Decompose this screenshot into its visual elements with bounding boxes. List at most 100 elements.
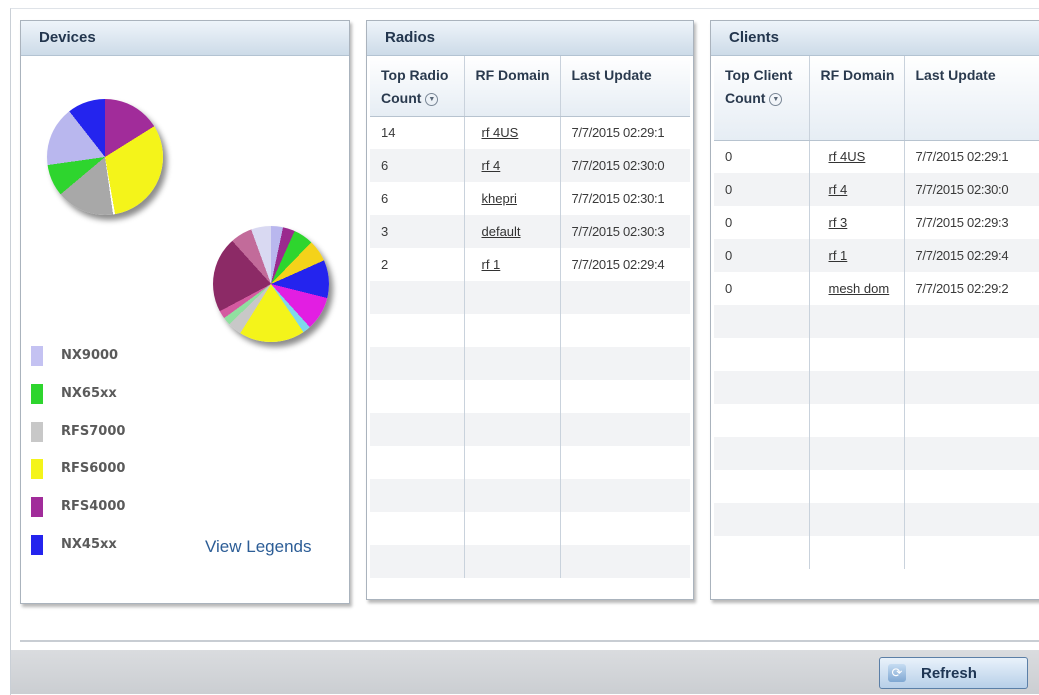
sort-down-icon[interactable]: ▼ — [769, 92, 783, 106]
column-header-label: Top Client Count — [725, 67, 793, 106]
column-header-rf-domain[interactable]: RF Domain — [464, 56, 561, 117]
legend-swatch — [31, 384, 43, 404]
rf-domain-link[interactable]: mesh dom — [829, 281, 890, 296]
radio-count-cell: 14 — [370, 116, 465, 149]
last-update-cell: 7/7/2015 02:29:2 — [904, 272, 1039, 305]
clients-panel: Clients Top Client Count ▼ RF Domain Las… — [710, 20, 1039, 600]
last-update-cell: 7/7/2015 02:29:3 — [904, 206, 1039, 239]
empty-row — [370, 446, 690, 479]
legend-swatch — [31, 346, 43, 366]
empty-row — [714, 305, 1039, 338]
column-header-last-update[interactable]: Last Update — [904, 56, 1039, 141]
clients-table: Top Client Count ▼ RF Domain Last Update… — [714, 56, 1039, 569]
legend-item-rfs6000: RFS6000 — [31, 459, 191, 479]
column-header-label: Top Radio Count — [381, 67, 449, 106]
rf-domain-link[interactable]: rf 3 — [829, 215, 848, 230]
rf-domain-link[interactable]: rf 4 — [829, 182, 848, 197]
rf-domain-link[interactable]: default — [482, 224, 521, 239]
empty-row — [370, 347, 690, 380]
clients-grid: Top Client Count ▼ RF Domain Last Update… — [714, 56, 1039, 596]
device-pie-chart-small[interactable] — [47, 99, 163, 215]
refresh-button-label: Refresh — [921, 665, 977, 682]
rf-domain-link[interactable]: rf 1 — [829, 248, 848, 263]
radio-count-cell: 6 — [370, 182, 465, 215]
empty-row — [714, 536, 1039, 569]
table-row[interactable]: 0 mesh dom 7/7/2015 02:29:2 — [714, 272, 1039, 305]
empty-row — [714, 437, 1039, 470]
last-update-cell: 7/7/2015 02:30:3 — [560, 215, 690, 248]
client-count-cell: 0 — [714, 206, 810, 239]
radios-table: Top Radio Count ▼ RF Domain Last Update … — [370, 56, 690, 578]
devices-panel-title: Devices — [21, 21, 349, 56]
legend-item-nx45xx: NX45xx — [31, 535, 191, 555]
legend-swatch — [31, 422, 43, 442]
legend-swatch — [31, 459, 43, 479]
table-row[interactable]: 3 default 7/7/2015 02:30:3 — [370, 215, 690, 248]
last-update-cell: 7/7/2015 02:29:1 — [904, 140, 1039, 173]
last-update-cell: 7/7/2015 02:29:4 — [560, 248, 690, 281]
legend-label: NX65xx — [61, 386, 117, 401]
table-row[interactable]: 0 rf 4US 7/7/2015 02:29:1 — [714, 140, 1039, 173]
radios-grid: Top Radio Count ▼ RF Domain Last Update … — [370, 56, 690, 596]
last-update-cell: 7/7/2015 02:29:4 — [904, 239, 1039, 272]
legend-label: RFS7000 — [61, 424, 126, 439]
radio-count-cell: 3 — [370, 215, 465, 248]
radio-count-cell: 2 — [370, 248, 465, 281]
client-count-cell: 0 — [714, 239, 810, 272]
client-count-cell: 0 — [714, 173, 810, 206]
empty-row — [714, 503, 1039, 536]
legend-item-nx65xx: NX65xx — [31, 384, 191, 404]
empty-row — [370, 545, 690, 578]
legend-label: NX9000 — [61, 348, 119, 363]
table-row[interactable]: 2 rf 1 7/7/2015 02:29:4 — [370, 248, 690, 281]
legend-label: RFS4000 — [61, 499, 126, 514]
legend-label: NX45xx — [61, 537, 117, 552]
rf-domain-link[interactable]: rf 4 — [482, 158, 501, 173]
empty-row — [370, 314, 690, 347]
refresh-button[interactable]: ⟳ Refresh — [879, 657, 1028, 689]
column-header-top-radio-count[interactable]: Top Radio Count ▼ — [370, 56, 465, 117]
client-count-cell: 0 — [714, 272, 810, 305]
radio-count-cell: 6 — [370, 149, 465, 182]
empty-row — [714, 470, 1039, 503]
devices-panel: Devices NX9000 NX65xx RFS7000 RFS6000 RF… — [20, 20, 350, 604]
table-row[interactable]: 0 rf 4 7/7/2015 02:30:0 — [714, 173, 1039, 206]
empty-row — [370, 413, 690, 446]
legend-item-nx9000: NX9000 — [31, 346, 191, 366]
last-update-cell: 7/7/2015 02:30:0 — [904, 173, 1039, 206]
empty-row — [370, 512, 690, 545]
rf-domain-link[interactable]: khepri — [482, 191, 517, 206]
table-row[interactable]: 0 rf 3 7/7/2015 02:29:3 — [714, 206, 1039, 239]
legend-swatch — [31, 535, 43, 555]
empty-row — [370, 281, 690, 314]
empty-row — [714, 338, 1039, 371]
legend-swatch — [31, 497, 43, 517]
legend-label: RFS6000 — [61, 461, 126, 476]
empty-row — [370, 380, 690, 413]
table-row[interactable]: 6 rf 4 7/7/2015 02:30:0 — [370, 149, 690, 182]
divider — [20, 640, 1039, 642]
table-row[interactable]: 14 rf 4US 7/7/2015 02:29:1 — [370, 116, 690, 149]
refresh-icon: ⟳ — [888, 664, 906, 682]
rf-domain-link[interactable]: rf 4US — [482, 125, 519, 140]
last-update-cell: 7/7/2015 02:30:0 — [560, 149, 690, 182]
rf-domain-link[interactable]: rf 1 — [482, 257, 501, 272]
last-update-cell: 7/7/2015 02:29:1 — [560, 116, 690, 149]
empty-row — [714, 404, 1039, 437]
empty-row — [370, 479, 690, 512]
last-update-cell: 7/7/2015 02:30:1 — [560, 182, 690, 215]
clients-panel-title: Clients — [711, 21, 1039, 56]
sort-down-icon[interactable]: ▼ — [425, 92, 439, 106]
radios-panel: Radios Top Radio Count ▼ RF Domain Last … — [366, 20, 694, 600]
empty-row — [714, 371, 1039, 404]
column-header-top-client-count[interactable]: Top Client Count ▼ — [714, 56, 810, 141]
column-header-rf-domain[interactable]: RF Domain — [809, 56, 905, 141]
column-header-last-update[interactable]: Last Update — [560, 56, 690, 117]
rf-domain-link[interactable]: rf 4US — [829, 149, 866, 164]
table-row[interactable]: 6 khepri 7/7/2015 02:30:1 — [370, 182, 690, 215]
view-legends-link[interactable]: View Legends — [205, 537, 312, 557]
legend-item-rfs7000: RFS7000 — [31, 422, 191, 442]
device-pie-chart-large[interactable] — [213, 226, 329, 342]
table-row[interactable]: 0 rf 1 7/7/2015 02:29:4 — [714, 239, 1039, 272]
radios-panel-title: Radios — [367, 21, 693, 56]
